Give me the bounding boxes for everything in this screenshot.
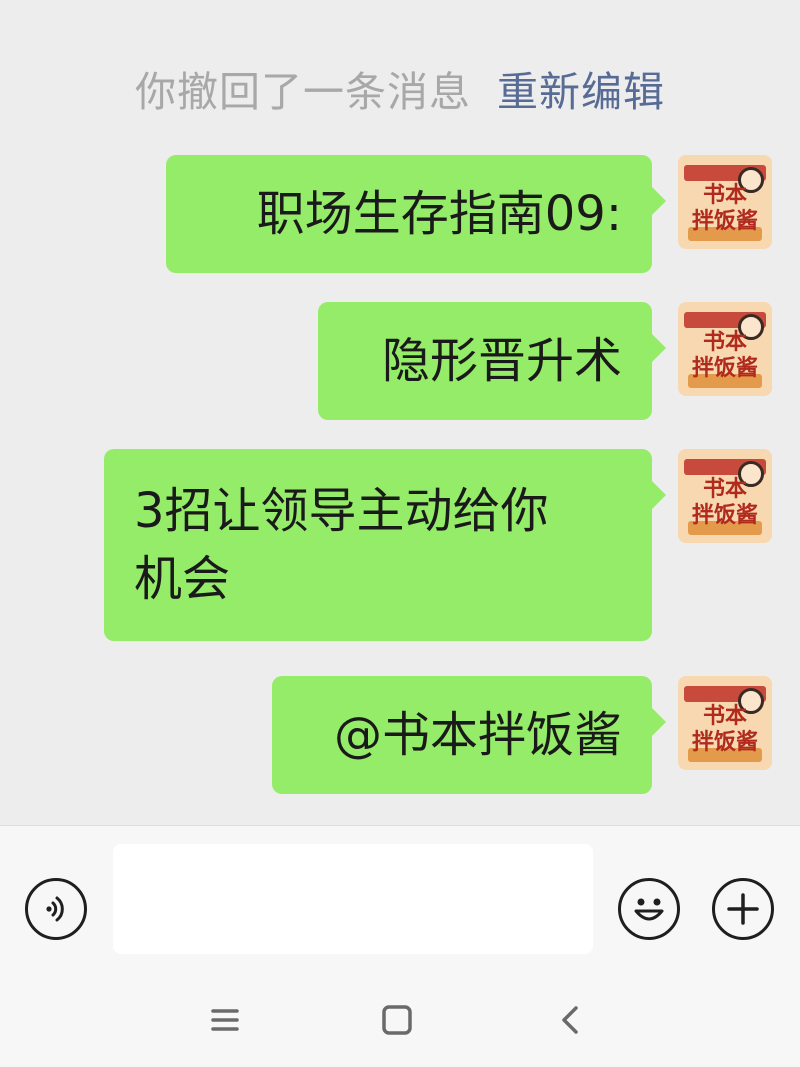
avatar[interactable]: 书本 拌饭酱: [678, 302, 772, 396]
avatar-logo-line1: 书本: [702, 477, 747, 502]
avatar-logo-line2: 拌饭酱: [691, 730, 758, 755]
avatar-logo-line1: 书本: [702, 704, 747, 729]
message-row: 书本 拌饭酱 隐形晋升术: [318, 302, 772, 420]
avatar[interactable]: 书本 拌饭酱: [678, 676, 772, 770]
system-nav-bar: [0, 970, 800, 1067]
avatar-logo-line1: 书本: [702, 330, 747, 355]
avatar[interactable]: 书本 拌饭酱: [678, 155, 772, 249]
message-text: 职场生存指南09:: [256, 186, 622, 242]
more-plus-icon[interactable]: [712, 878, 774, 940]
avatar[interactable]: 书本 拌饭酱: [678, 449, 772, 543]
recall-notice: 你撤回了一条消息 重新编辑: [0, 58, 800, 118]
message-bubble[interactable]: 隐形晋升术: [318, 302, 666, 420]
avatar-logo-line2: 拌饭酱: [691, 356, 758, 381]
emoji-icon[interactable]: [618, 878, 680, 940]
avatar-logo-line2: 拌饭酱: [691, 209, 758, 234]
message-row: 书本 拌饭酱 职场生存指南09:: [166, 155, 772, 273]
home-square-icon[interactable]: [377, 1000, 417, 1040]
menu-icon[interactable]: [205, 1000, 245, 1040]
message-bubble[interactable]: @书本拌饭酱: [272, 676, 666, 794]
voice-input-icon[interactable]: [25, 878, 87, 940]
avatar-logo-line2: 拌饭酱: [691, 503, 758, 528]
message-text: 隐形晋升术: [381, 333, 622, 389]
input-bar: [0, 825, 800, 970]
message-row: 书本 拌饭酱 @书本拌饭酱: [272, 676, 772, 794]
back-chevron-icon[interactable]: [550, 1000, 590, 1040]
re-edit-link[interactable]: 重新编辑: [497, 68, 665, 116]
message-text: @书本拌饭酱: [333, 707, 622, 763]
avatar-logo-line1: 书本: [702, 183, 747, 208]
recall-notice-text: 你撤回了一条消息: [135, 68, 471, 116]
message-text: 3招让领导主动给你 机会: [134, 483, 549, 607]
message-bubble[interactable]: 3招让领导主动给你 机会: [104, 449, 666, 641]
message-bubble[interactable]: 职场生存指南09:: [166, 155, 666, 273]
message-input[interactable]: [113, 844, 593, 954]
message-row: 书本 拌饭酱 3招让领导主动给你 机会: [104, 449, 772, 641]
chat-area: 你撤回了一条消息 重新编辑 书本 拌饭酱 职场生存指南09: 书本 拌饭酱 隐形晋升术…: [0, 0, 800, 825]
